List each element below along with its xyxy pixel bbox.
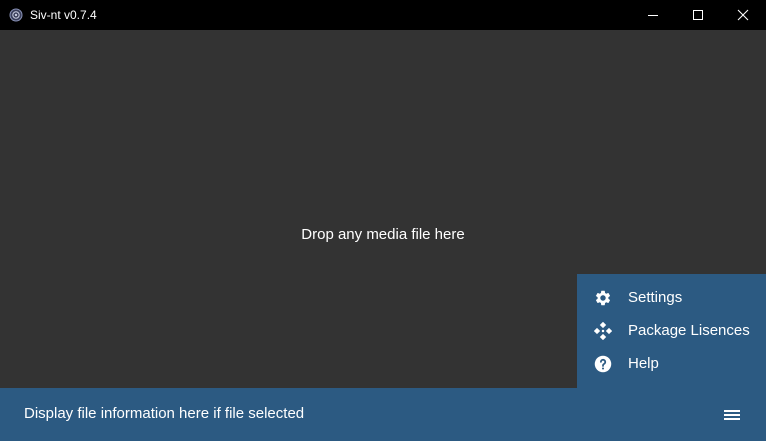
file-info-text: Display file information here if file se… bbox=[24, 405, 305, 422]
menu-item-label: Settings bbox=[628, 288, 683, 306]
popup-menu: Settings Package Lisences Help bbox=[577, 274, 766, 388]
app-logo-icon bbox=[9, 8, 23, 22]
package-icon bbox=[593, 321, 613, 341]
window-title: Siv-nt v0.7.4 bbox=[30, 8, 97, 22]
minimize-icon bbox=[648, 15, 658, 16]
drop-hint-text: Drop any media file here bbox=[301, 226, 465, 243]
title-bar[interactable]: Siv-nt v0.7.4 bbox=[0, 0, 766, 30]
minimize-button[interactable] bbox=[630, 0, 676, 30]
menu-toggle-button[interactable] bbox=[720, 403, 744, 427]
menu-item-help[interactable]: Help bbox=[577, 347, 766, 380]
hamburger-icon bbox=[724, 410, 740, 420]
menu-item-label: Package Lisences bbox=[628, 321, 750, 339]
menu-item-settings[interactable]: Settings bbox=[577, 281, 766, 314]
status-bar: Display file information here if file se… bbox=[0, 388, 766, 441]
menu-item-label: Help bbox=[628, 354, 659, 372]
maximize-icon bbox=[693, 10, 703, 20]
close-icon bbox=[737, 9, 749, 21]
help-icon bbox=[593, 354, 613, 374]
maximize-button[interactable] bbox=[675, 0, 721, 30]
app-window: Siv-nt v0.7.4 Drop any media file here S… bbox=[0, 0, 766, 441]
gear-icon bbox=[593, 288, 613, 308]
menu-item-package-licenses[interactable]: Package Lisences bbox=[577, 314, 766, 347]
close-button[interactable] bbox=[720, 0, 766, 30]
